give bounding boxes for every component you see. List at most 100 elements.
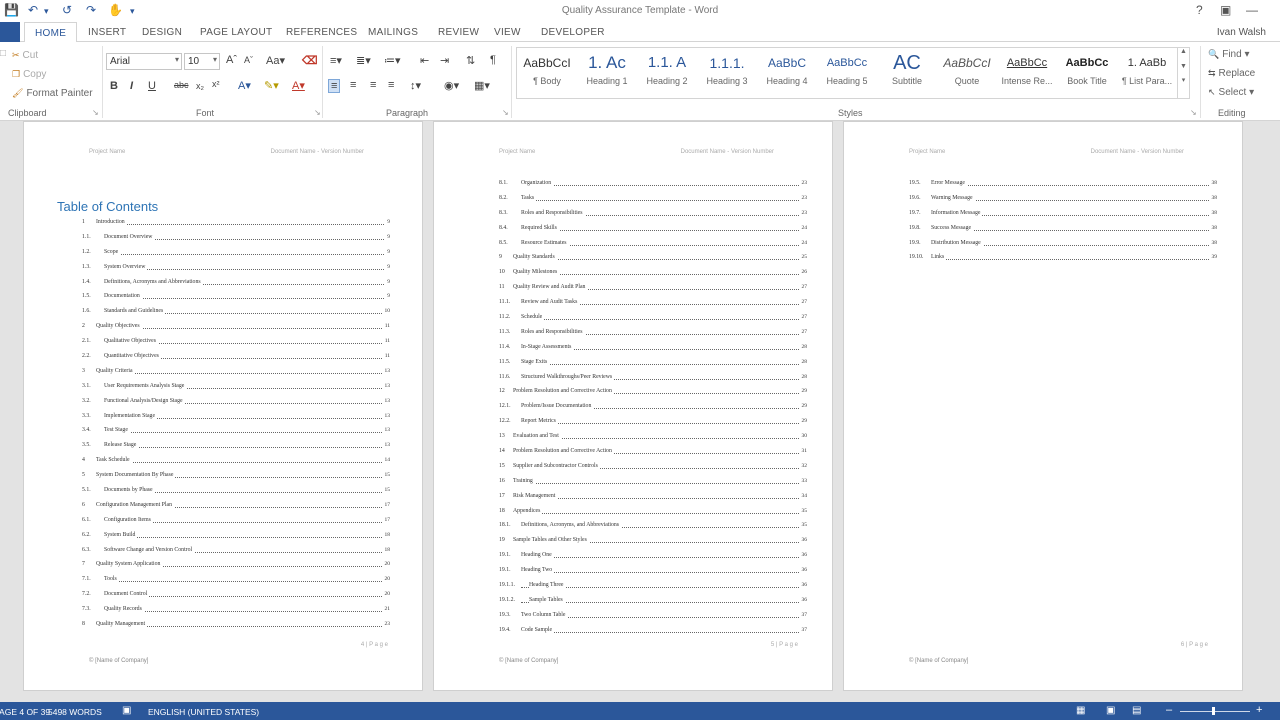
toc-entry[interactable]: 19.1.1. Heading Three 36 [499, 579, 807, 594]
toc-entry[interactable]: 14 Problem Resolution and Corrective Acti… [499, 445, 807, 460]
toc-entry[interactable]: 1.1. Document Overview 9 [82, 231, 390, 246]
toc-entry[interactable]: 11 Quality Review and Audit Plan 27 [499, 281, 807, 296]
toc-entry[interactable]: 12.2. Report Metrics 29 [499, 415, 807, 430]
toc-entry[interactable]: 11.3. Roles and Responsibilities 27 [499, 326, 807, 341]
superscript-icon[interactable]: x² [212, 79, 220, 89]
toc-entry[interactable]: 7.1. Tools 20 [82, 573, 390, 588]
highlight-icon[interactable]: ✎▾ [264, 79, 279, 92]
clipboard-launcher-icon[interactable]: ↘ [92, 108, 99, 117]
toc-entry[interactable]: 19.7. Information Message 38 [909, 207, 1217, 222]
toc-entry[interactable]: 8 Quality Management 23 [82, 618, 390, 633]
toc-entry[interactable]: 11.5. Stage Exits 28 [499, 356, 807, 371]
decrease-indent-icon[interactable]: ⇤ [420, 54, 429, 67]
tab-design[interactable]: DESIGN [142, 27, 182, 38]
toc-entry[interactable]: 1.4. Definitions, Acronyms and Abbreviati… [82, 276, 390, 291]
align-center-icon[interactable]: ≡ [350, 79, 356, 91]
toc-entry[interactable]: 7.3. Quality Records 21 [82, 603, 390, 618]
scroll-down-icon[interactable]: ▼ [1178, 63, 1189, 70]
increase-indent-icon[interactable]: ⇥ [440, 54, 449, 67]
toc-entry[interactable]: 5 System Documentation By Phase 15 [82, 469, 390, 484]
tab-developer[interactable]: DEVELOPER [541, 27, 605, 38]
copy-button[interactable]: ❐ Copy [12, 69, 46, 80]
tab-references[interactable]: REFERENCES [286, 27, 357, 38]
tab-insert[interactable]: INSERT [88, 27, 126, 38]
toc-entry[interactable]: 19 Sample Tables and Other Styles 36 [499, 534, 807, 549]
underline-icon[interactable]: U [148, 80, 156, 92]
toc-entry[interactable]: 1.5. Documentation 9 [82, 290, 390, 305]
style-quote[interactable]: AaBbCcI Quote [937, 48, 997, 98]
toc-entry[interactable]: 9 Quality Standards 25 [499, 251, 807, 266]
toc-entry[interactable]: 12.1. Problem/Issue Documentation 29 [499, 400, 807, 415]
tab-page-layout[interactable]: PAGE LAYOUT [200, 27, 272, 38]
tab-view[interactable]: VIEW [494, 27, 521, 38]
tab-review[interactable]: REVIEW [438, 27, 479, 38]
toc-entry[interactable]: 1 Introduction 9 [82, 216, 390, 231]
toc-entry[interactable]: 1.6. Standards and Guidelines 10 [82, 305, 390, 320]
zoom-out-icon[interactable]: – [1166, 704, 1172, 716]
toc-entry[interactable]: 19.9. Distribution Message 38 [909, 237, 1217, 252]
toc-entry[interactable]: 3.4. Test Stage 13 [82, 424, 390, 439]
align-right-icon[interactable]: ≡ [370, 79, 376, 91]
toc-entry[interactable]: 3.2. Functional Analysis/Design Stage 13 [82, 395, 390, 410]
tab-file[interactable] [0, 22, 20, 42]
style-list-paragraph[interactable]: 1. AaBb ¶ List Para... [1117, 48, 1177, 98]
style-heading-1[interactable]: 1. Ac Heading 1 [577, 48, 637, 98]
align-left-icon[interactable]: ≡ [328, 79, 341, 93]
document-area[interactable]: Project Name Document Name - Version Num… [0, 121, 1280, 702]
styles-scrollbar[interactable]: ▲ ▼ ▾ [1177, 48, 1189, 98]
ribbon-display-icon[interactable]: ▣ [1220, 3, 1231, 17]
toc-entry[interactable]: 11.4. In-Stage Assessments 28 [499, 341, 807, 356]
shading-icon[interactable]: ◉▾ [444, 79, 459, 92]
style-heading-5[interactable]: AaBbCc Heading 5 [817, 48, 877, 98]
shrink-font-icon[interactable]: Aˇ [244, 55, 253, 65]
scroll-up-icon[interactable]: ▲ [1178, 48, 1189, 55]
show-formatting-icon[interactable]: ¶ [490, 54, 496, 66]
toc-entry[interactable]: 12 Problem Resolution and Corrective Acti… [499, 385, 807, 400]
toc-entry[interactable]: 6.1. Configuration Items 17 [82, 514, 390, 529]
cut-button[interactable]: ✂ Cut [12, 50, 38, 61]
bold-icon[interactable]: B [110, 80, 118, 92]
page-6[interactable]: Project Name Document Name - Version Num… [843, 121, 1243, 691]
user-name[interactable]: Ivan Walsh [1217, 27, 1266, 38]
zoom-slider-thumb[interactable] [1212, 707, 1215, 715]
minimize-icon[interactable]: — [1246, 3, 1258, 17]
tab-mailings[interactable]: MAILINGS [368, 27, 418, 38]
print-layout-icon[interactable]: ▣ [1106, 705, 1115, 716]
justify-icon[interactable]: ≡ [388, 79, 394, 91]
toc-entry[interactable]: 19.8. Success Message 38 [909, 222, 1217, 237]
multilevel-list-icon[interactable]: ≔▾ [384, 54, 401, 67]
toc-entry[interactable]: 19.5. Error Message 38 [909, 177, 1217, 192]
change-case-icon[interactable]: Aa▾ [266, 54, 285, 67]
toc-entry[interactable]: 15 Supplier and Subcontractor Controls 32 [499, 460, 807, 475]
language-status[interactable]: ENGLISH (UNITED STATES) [148, 707, 259, 717]
zoom-slider[interactable] [1180, 711, 1250, 712]
toc-entry[interactable]: 1.3. System Overview 9 [82, 261, 390, 276]
tab-home[interactable]: HOME [24, 22, 78, 43]
toc-entry[interactable]: 11.1. Review and Audit Tasks 27 [499, 296, 807, 311]
toc-entry[interactable]: 6.3. Software Change and Version Control 1… [82, 544, 390, 559]
more-styles-icon[interactable]: ▾ [1178, 76, 1189, 84]
toc-entry[interactable]: 8.1. Organization 23 [499, 177, 807, 192]
toc-entry[interactable]: 19.1. Heading Two 36 [499, 564, 807, 579]
toc-entry[interactable]: 5.1. Documents by Phase 15 [82, 484, 390, 499]
toc-entry[interactable]: 2.2. Quantitative Objectives 11 [82, 350, 390, 365]
subscript-icon[interactable]: x₂ [196, 81, 204, 91]
toc-entry[interactable]: 8.4. Required Skills 24 [499, 222, 807, 237]
font-color-icon[interactable]: A▾ [292, 79, 305, 92]
replace-button[interactable]: ⇆ Replace [1208, 68, 1255, 79]
style-intense-reference[interactable]: AaBbCc Intense Re... [997, 48, 1057, 98]
sort-icon[interactable]: ⇅ [466, 54, 475, 67]
page-count[interactable]: PAGE 4 OF 39 [0, 707, 50, 717]
bullets-icon[interactable]: ≡▾ [330, 54, 342, 67]
text-effects-icon[interactable]: A▾ [238, 79, 251, 92]
help-icon[interactable]: ? [1196, 3, 1203, 17]
toc-entry[interactable]: 17 Risk Management 34 [499, 490, 807, 505]
page-4[interactable]: Project Name Document Name - Version Num… [23, 121, 423, 691]
toc-entry[interactable]: 3.3. Implementation Stage 13 [82, 410, 390, 425]
grow-font-icon[interactable]: Aˆ [226, 54, 237, 66]
styles-launcher-icon[interactable]: ↘ [1190, 108, 1197, 117]
toc-entry[interactable]: 19.3. Two Column Table 37 [499, 609, 807, 624]
toc-entry[interactable]: 2 Quality Objectives 11 [82, 320, 390, 335]
clear-formatting-icon[interactable]: ⌫ [302, 54, 318, 67]
toc-entry[interactable]: 19.1.2. Sample Tables 36 [499, 594, 807, 609]
